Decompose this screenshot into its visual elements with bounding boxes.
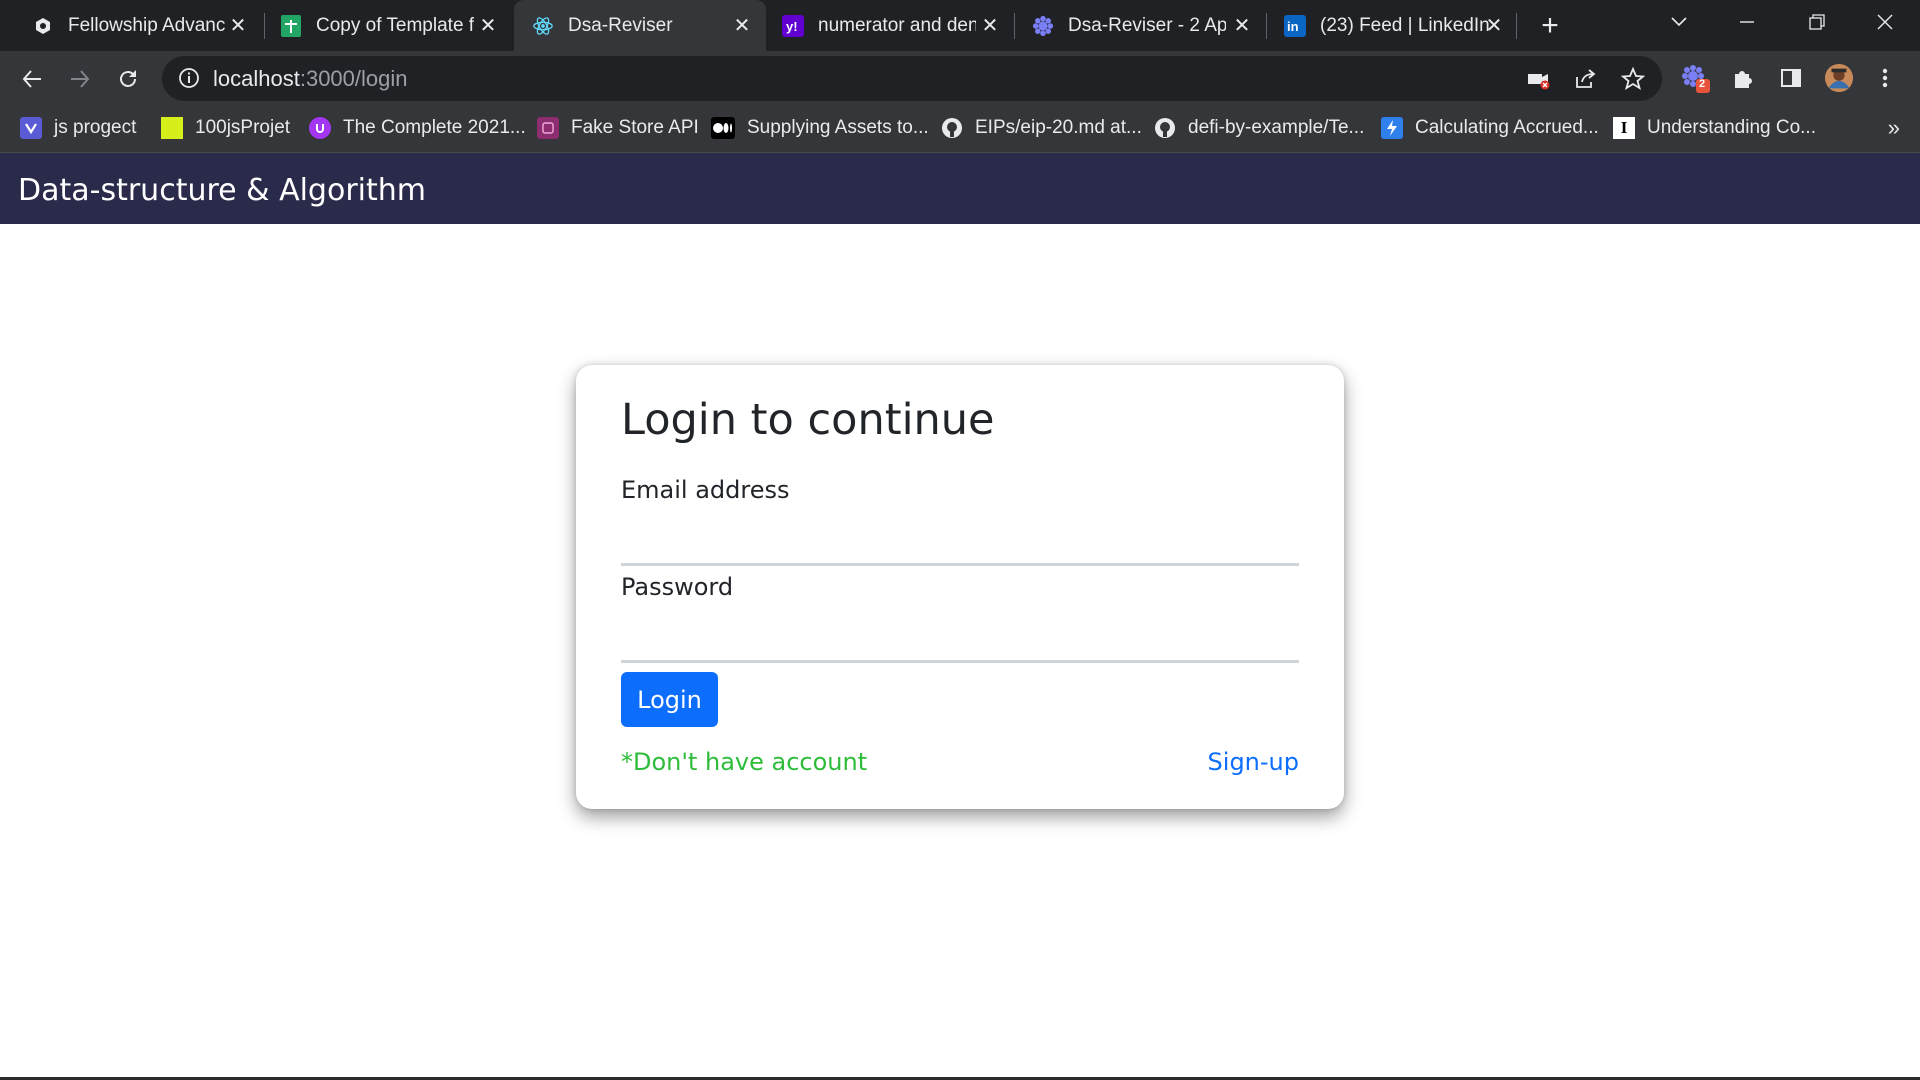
close-icon[interactable]: ✕ xyxy=(1482,13,1506,37)
minimize-button[interactable] xyxy=(1716,0,1778,44)
close-icon[interactable]: ✕ xyxy=(1230,13,1254,37)
bookmark-favicon-icon xyxy=(161,117,183,139)
hexagon-logo-icon xyxy=(32,15,54,37)
new-tab-button[interactable]: + xyxy=(1534,9,1566,42)
tab-yahoo[interactable]: y! numerator and den ✕ xyxy=(766,0,1014,51)
extensions-puzzle-icon[interactable] xyxy=(1728,63,1758,93)
browser-toolbar: localhost:3000/login 2 xyxy=(0,51,1920,106)
medium-icon xyxy=(711,117,735,139)
bookmark-favicon-icon xyxy=(20,117,42,139)
sheets-icon xyxy=(280,14,302,37)
signup-link[interactable]: Sign-up xyxy=(1208,748,1299,776)
chrome-menu-icon[interactable] xyxy=(1870,63,1900,93)
extension-badge-count: 2 xyxy=(1699,78,1706,90)
email-field[interactable] xyxy=(621,523,1299,566)
bookmark-supplying-assets[interactable]: Supplying Assets to... xyxy=(711,115,929,141)
bookmark-label: 100jsProjet xyxy=(195,117,291,138)
bookmark-label: defi-by-example/Te... xyxy=(1188,117,1365,138)
bookmark-label: EIPs/eip-20.md at... xyxy=(975,117,1142,138)
bookmark-label: Supplying Assets to... xyxy=(747,117,929,138)
forward-button[interactable] xyxy=(62,61,98,97)
tab-dsa-reviser-2[interactable]: Dsa-Reviser - 2 Apr ✕ xyxy=(1014,0,1266,51)
bookmark-understanding-co[interactable]: I Understanding Co... xyxy=(1613,115,1816,141)
close-icon[interactable]: ✕ xyxy=(730,13,754,37)
gear-flower-icon xyxy=(1032,15,1054,37)
bookmark-label: Understanding Co... xyxy=(1647,117,1816,138)
tab-title: Fellowship Advance xyxy=(68,14,226,36)
bookmark-100jsprojet[interactable]: 100jsProjet xyxy=(161,115,290,141)
bookmark-calculating-accrued[interactable]: Calculating Accrued... xyxy=(1381,115,1599,141)
tab-title: Dsa-Reviser xyxy=(568,14,673,36)
close-icon[interactable]: ✕ xyxy=(476,13,500,37)
tab-title: Copy of Template fo xyxy=(316,14,474,36)
address-bar[interactable]: localhost:3000/login xyxy=(162,56,1662,101)
tab-title: numerator and den xyxy=(818,14,976,36)
bookmark-label: The Complete 2021... xyxy=(343,117,526,138)
restore-button[interactable] xyxy=(1786,0,1848,44)
password-label: Password xyxy=(621,573,734,601)
password-field[interactable] xyxy=(621,620,1299,663)
login-title: Login to continue xyxy=(621,395,995,445)
share-icon[interactable] xyxy=(1572,66,1598,92)
bookmark-label: Fake Store API xyxy=(571,117,699,138)
profile-avatar[interactable] xyxy=(1824,63,1854,93)
bookmark-label: js progect xyxy=(54,117,137,138)
bookmark-star-icon[interactable] xyxy=(1620,66,1646,92)
bookmark-complete-2021[interactable]: The Complete 2021... xyxy=(309,115,526,141)
bookmark-js-progect[interactable]: js progect xyxy=(20,115,136,141)
side-panel-icon[interactable] xyxy=(1776,63,1806,93)
reload-button[interactable] xyxy=(110,61,146,97)
lightning-icon xyxy=(1381,117,1403,139)
tab-linkedin[interactable]: in (23) Feed | LinkedIn ✕ xyxy=(1266,0,1518,51)
yahoo-icon: y! xyxy=(782,14,804,37)
url-text: localhost:3000/login xyxy=(213,66,408,92)
extension-badge-icon[interactable]: 2 xyxy=(1680,63,1710,93)
svg-text:y!: y! xyxy=(786,19,798,34)
close-icon[interactable]: ✕ xyxy=(226,13,250,37)
bookmark-defi-by-example[interactable]: defi-by-example/Te... xyxy=(1154,115,1364,141)
camera-blocked-icon[interactable] xyxy=(1526,66,1552,92)
url-host: localhost xyxy=(213,66,300,91)
bookmarks-bar: js progect 100jsProjet The Complete 2021… xyxy=(0,106,1920,153)
bookmark-eips[interactable]: EIPs/eip-20.md at... xyxy=(941,115,1142,141)
github-icon xyxy=(941,117,963,139)
navbar-brand[interactable]: Data-structure & Algorithm xyxy=(18,173,426,208)
bookmark-fake-store-api[interactable]: Fake Store API xyxy=(537,115,699,141)
login-card: Login to continue Email address Password… xyxy=(576,365,1344,809)
login-button[interactable]: Login xyxy=(621,672,718,727)
back-button[interactable] xyxy=(14,61,50,97)
linkedin-icon: in xyxy=(1284,14,1306,37)
app-navbar: Data-structure & Algorithm xyxy=(0,153,1920,224)
tab-sheets[interactable]: Copy of Template fo ✕ xyxy=(264,0,512,51)
tab-search-chevron-icon[interactable] xyxy=(1648,0,1710,44)
bookmark-favicon-icon xyxy=(537,117,559,139)
bookmark-favicon-icon xyxy=(309,117,331,139)
url-path: :3000/login xyxy=(299,66,408,91)
tab-title: Dsa-Reviser - 2 Apr xyxy=(1068,14,1226,36)
react-icon xyxy=(532,15,554,37)
close-window-button[interactable] xyxy=(1854,0,1916,44)
tab-dsa-reviser-active[interactable]: Dsa-Reviser ✕ xyxy=(514,0,766,51)
no-account-text: *Don't have account xyxy=(621,748,868,776)
svg-text:in: in xyxy=(1287,19,1299,34)
tab-title: (23) Feed | LinkedIn xyxy=(1320,14,1490,36)
site-info-icon[interactable] xyxy=(178,67,200,94)
browser-tab-strip: Fellowship Advance ✕ Copy of Template fo… xyxy=(0,0,1920,51)
email-label: Email address xyxy=(621,476,790,504)
close-icon[interactable]: ✕ xyxy=(978,13,1002,37)
tab-fellowship[interactable]: Fellowship Advance ✕ xyxy=(0,0,262,51)
tab-separator xyxy=(1516,13,1517,39)
bookmark-favicon-icon: I xyxy=(1613,117,1635,139)
bookmarks-overflow-button[interactable]: » xyxy=(1888,115,1900,141)
github-icon xyxy=(1154,117,1176,139)
bookmark-label: Calculating Accrued... xyxy=(1415,117,1599,138)
